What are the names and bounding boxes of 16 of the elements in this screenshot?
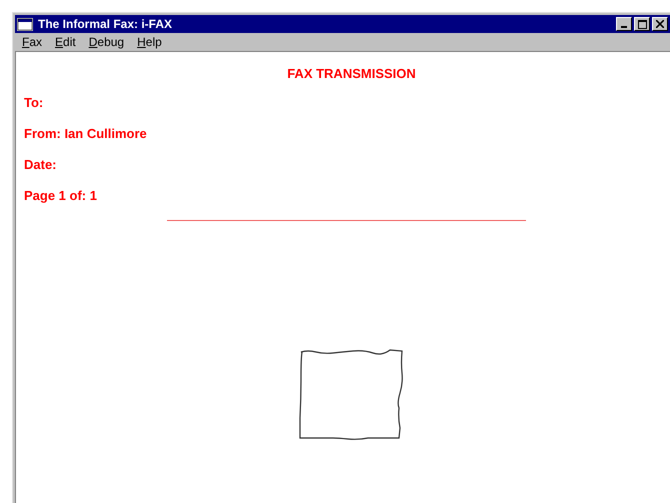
- fax-heading: FAX TRANSMISSION: [286, 66, 417, 81]
- menu-item[interactable]: Fax: [22, 35, 42, 49]
- minimize-button[interactable]: [616, 17, 632, 31]
- menu-item[interactable]: Edit: [55, 35, 76, 49]
- window-title: The Informal Fax: i-FAX: [38, 17, 174, 31]
- close-icon: [656, 20, 664, 28]
- window-icon[interactable]: [17, 18, 33, 30]
- close-button[interactable]: [652, 17, 668, 31]
- header-field: To:: [24, 95, 44, 126]
- menu-item[interactable]: Debug: [88, 35, 124, 49]
- header-field: Date:: [24, 157, 57, 188]
- header-field: Page 1 of: 1: [24, 188, 97, 219]
- menu-item[interactable]: Help: [137, 35, 162, 49]
- maximize-button[interactable]: [634, 17, 650, 31]
- header-field: From: Ian Cullimore: [24, 126, 147, 157]
- maximize-icon: [638, 20, 646, 28]
